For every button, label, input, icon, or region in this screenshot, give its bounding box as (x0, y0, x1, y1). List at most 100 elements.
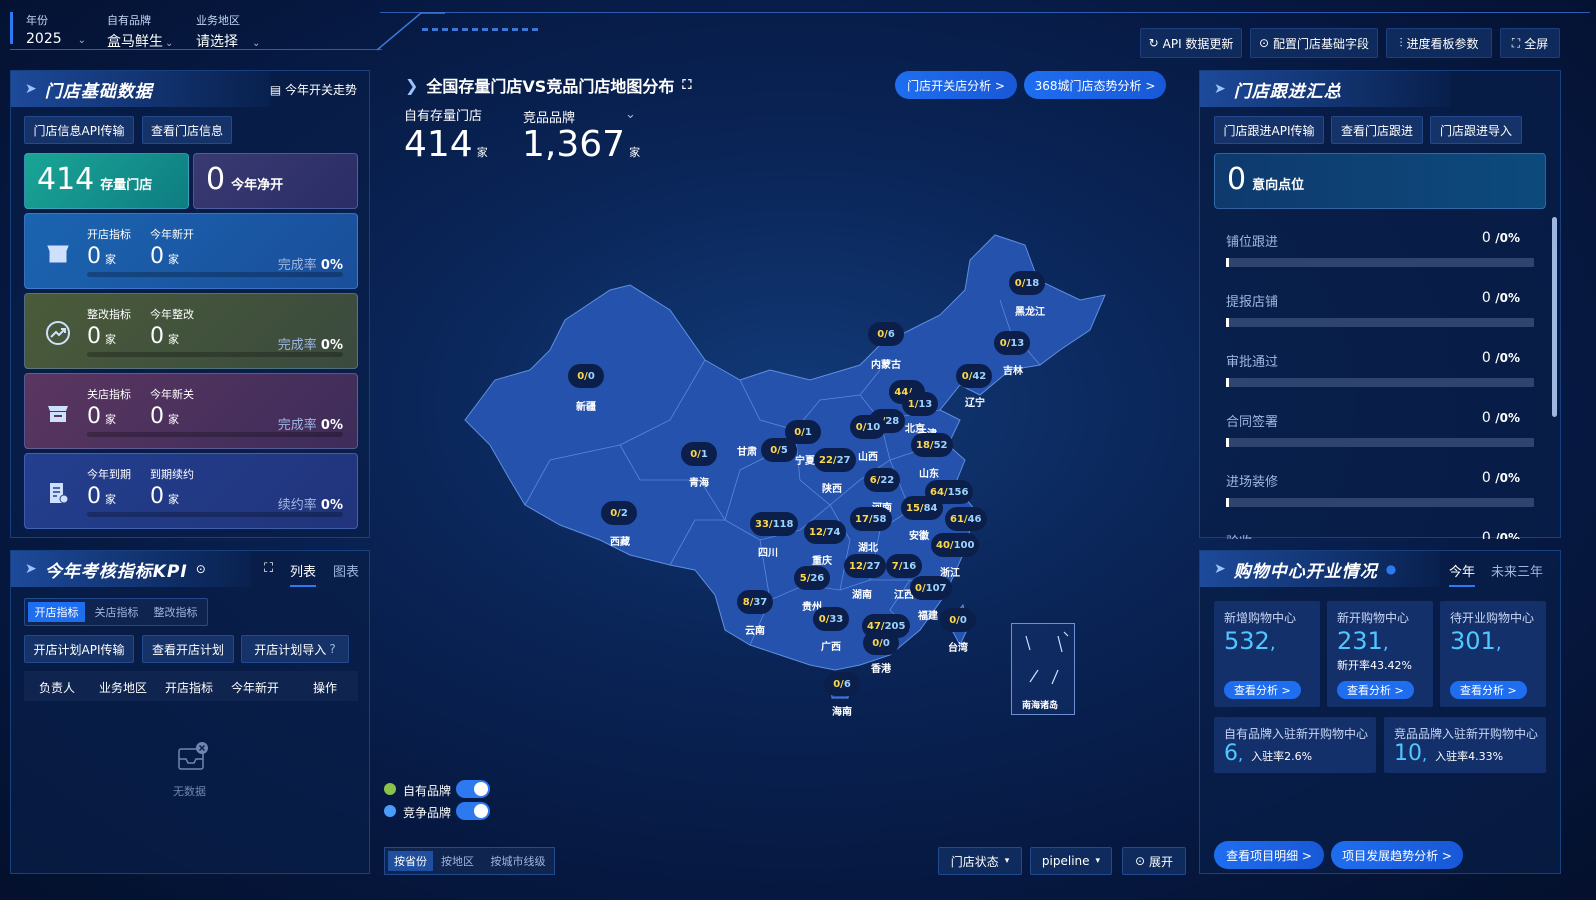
view-analysis-button[interactable]: 查看分析 > (1450, 681, 1527, 699)
scrollbar[interactable] (1552, 217, 1557, 417)
province-label: 湖北 (858, 543, 878, 554)
view-plan-button[interactable]: 查看开店计划 (142, 635, 234, 663)
own-count: 5 (799, 572, 807, 584)
own-brand-dot (384, 783, 396, 795)
map-mode-tabs: 按省份 按地区 按城市线级 (384, 847, 555, 875)
province-badge[interactable]: 0/0 (568, 364, 604, 388)
fullscreen-button[interactable]: ⛶ 全屏 (1500, 28, 1560, 58)
comp-count: 27 (836, 454, 851, 466)
tab-open-kpi[interactable]: 开店指标 (28, 602, 85, 622)
province-badge[interactable]: 61/46 (945, 507, 987, 531)
followup-panel: ➤ 门店跟进汇总 门店跟进API传输 查看门店跟进 门店跟进导入 0 意向点位 铺位… (1199, 70, 1561, 539)
own-brand-mall-count: 6, 入驻率2.6% (1224, 741, 1313, 766)
province-badge[interactable]: 8/37 (737, 590, 773, 614)
mall-card-2: 新开购物中心 231, 新开率43.42% 查看分析 > (1327, 601, 1433, 707)
province-badge[interactable]: 0/6 (868, 322, 904, 346)
info-circle-icon: ⊙ (1258, 36, 1270, 50)
store-api-button[interactable]: 门店信息API传输 (24, 116, 134, 144)
tab-by-province[interactable]: 按省份 (388, 851, 433, 871)
tab-this-year[interactable]: 今年 (1449, 561, 1475, 580)
expand-button[interactable]: ⊙ 展开 (1122, 847, 1186, 875)
view-followup-button[interactable]: 查看门店跟进 (1331, 116, 1423, 144)
followup-import-button[interactable]: 门店跟进导入 (1430, 116, 1522, 144)
comp-store-count: 1,367 家 (522, 124, 640, 165)
province-badge[interactable]: 0/1 (681, 442, 717, 466)
followup-api-button[interactable]: 门店跟进API传输 (1214, 116, 1324, 144)
province-badge[interactable]: 0/0 (940, 608, 976, 632)
kpi-card-label-1: 今年到期 (87, 468, 131, 481)
chevron-down-icon: ⌄ (77, 35, 87, 46)
config-fields-button[interactable]: ⊙ 配置门店基础字段 (1250, 28, 1378, 58)
mall-card-3: 待开业购物中心 301, 查看分析 > (1440, 601, 1546, 707)
mall-card-label: 新开购物中心 (1337, 611, 1410, 625)
own-count: 18 (916, 439, 930, 451)
filter-brand[interactable]: 自有品牌 盒马鲜生 ⌄ (107, 12, 173, 51)
view-analysis-button[interactable]: 查看分析 > (1337, 681, 1414, 699)
pipeline-select[interactable]: pipeline ▾ (1030, 847, 1112, 875)
province-badge[interactable]: 6/22 (864, 468, 900, 492)
own-count: 0 (1014, 277, 1022, 289)
comp-brand-legend: 竞争品牌 (403, 806, 452, 820)
kpi-card-2: 整改指标 今年整改 0家 0家 完成率 0% (24, 293, 358, 369)
province-badge[interactable]: 7/16 (886, 554, 922, 578)
view-analysis-button[interactable]: 查看分析 > (1224, 681, 1301, 699)
province-badge[interactable]: 0/2 (601, 501, 637, 525)
province-badge[interactable]: 5/26 (794, 566, 830, 590)
own-count: 0 (949, 614, 957, 626)
tab-by-region[interactable]: 按地区 (435, 851, 480, 871)
tab-by-city-tier[interactable]: 按城市线级 (483, 851, 553, 871)
year-trend-link[interactable]: ▤ 今年开关走势 (270, 81, 357, 98)
own-brand-toggle[interactable] (456, 780, 490, 798)
city-analysis-button[interactable]: 368城门店态势分析 > (1024, 71, 1166, 99)
province-badge[interactable]: 17/58 (850, 507, 892, 531)
plan-import-button[interactable]: 开店计划导入? (241, 635, 349, 663)
info-icon[interactable]: ⊙ (196, 562, 206, 576)
province-badge[interactable]: 0/6 (824, 672, 860, 696)
comp-count: 84 (923, 502, 938, 514)
province-badge[interactable]: 0/0 (863, 631, 899, 655)
store-basic-title-text: 门店基础数据 (44, 81, 153, 102)
expand-icon[interactable]: ⛶ (682, 78, 691, 93)
comp-brand-mall-count: 10, 入驻率4.33% (1394, 741, 1504, 766)
view-store-button[interactable]: 查看门店信息 (142, 116, 232, 144)
province-badge[interactable]: 0/42 (956, 364, 992, 388)
province-badge[interactable]: 22/27 (814, 448, 856, 472)
progress-params-button[interactable]: ⫶ 进度看板参数 (1386, 28, 1492, 58)
province-badge[interactable]: 0/13 (994, 331, 1030, 355)
filter-year[interactable]: 年份 2025 ⌄ (26, 12, 86, 47)
kpi-card-unit: 家 (168, 253, 179, 266)
province-badge[interactable]: 33/118 (750, 512, 799, 536)
province-badge[interactable]: 0/107 (910, 576, 952, 600)
project-trend-button[interactable]: 项目发展趋势分析 > (1331, 841, 1463, 869)
province-badge[interactable]: 12/27 (844, 554, 886, 578)
project-detail-button[interactable]: 查看项目明细 > (1214, 841, 1324, 869)
province-badge[interactable]: 0/33 (813, 607, 849, 631)
api-update-button[interactable]: ↻ API 数据更新 (1140, 28, 1242, 58)
own-count: 0 (770, 444, 778, 456)
tab-list[interactable]: 列表 (290, 561, 316, 580)
comp-brand-toggle[interactable] (456, 802, 490, 820)
store-open-close-analysis-button[interactable]: 门店开关店分析 > (895, 71, 1017, 99)
own-store-number: 414 (404, 124, 473, 165)
tab-next-three-years[interactable]: 未来三年 (1491, 561, 1543, 580)
comp-count: 2 (620, 507, 628, 519)
tab-close-kpi[interactable]: 关店指标 (88, 602, 145, 622)
expand-icon[interactable]: ⛶ (264, 561, 273, 576)
info-icon[interactable]: ● (1386, 562, 1396, 576)
kpi-table-header: 负责人 业务地区 开店指标 今年新开 操作 (24, 671, 358, 701)
province-badge[interactable]: 15/84 (901, 496, 943, 520)
store-status-select[interactable]: 门店状态 ▾ (938, 847, 1022, 875)
province-badge[interactable]: 18/52 (911, 433, 953, 457)
followup-row-percent: /0% (1495, 531, 1520, 539)
province-badge[interactable]: 40/100 (931, 533, 980, 557)
province-badge[interactable]: 12/74 (804, 520, 846, 544)
province-badge[interactable]: 0/10 (850, 415, 886, 439)
province-badge[interactable]: 1/13 (902, 392, 938, 416)
kpi-card-rate-label: 完成率 (277, 418, 317, 433)
tab-chart[interactable]: 图表 (333, 561, 359, 580)
plan-api-button[interactable]: 开店计划API传输 (24, 635, 134, 663)
tab-reform-kpi[interactable]: 整改指标 (147, 602, 204, 622)
province-badge[interactable]: 0/18 (1009, 271, 1045, 295)
filter-region[interactable]: 业务地区 请选择 ⌄ (196, 12, 260, 51)
province-badge[interactable]: 0/1 (785, 420, 821, 444)
